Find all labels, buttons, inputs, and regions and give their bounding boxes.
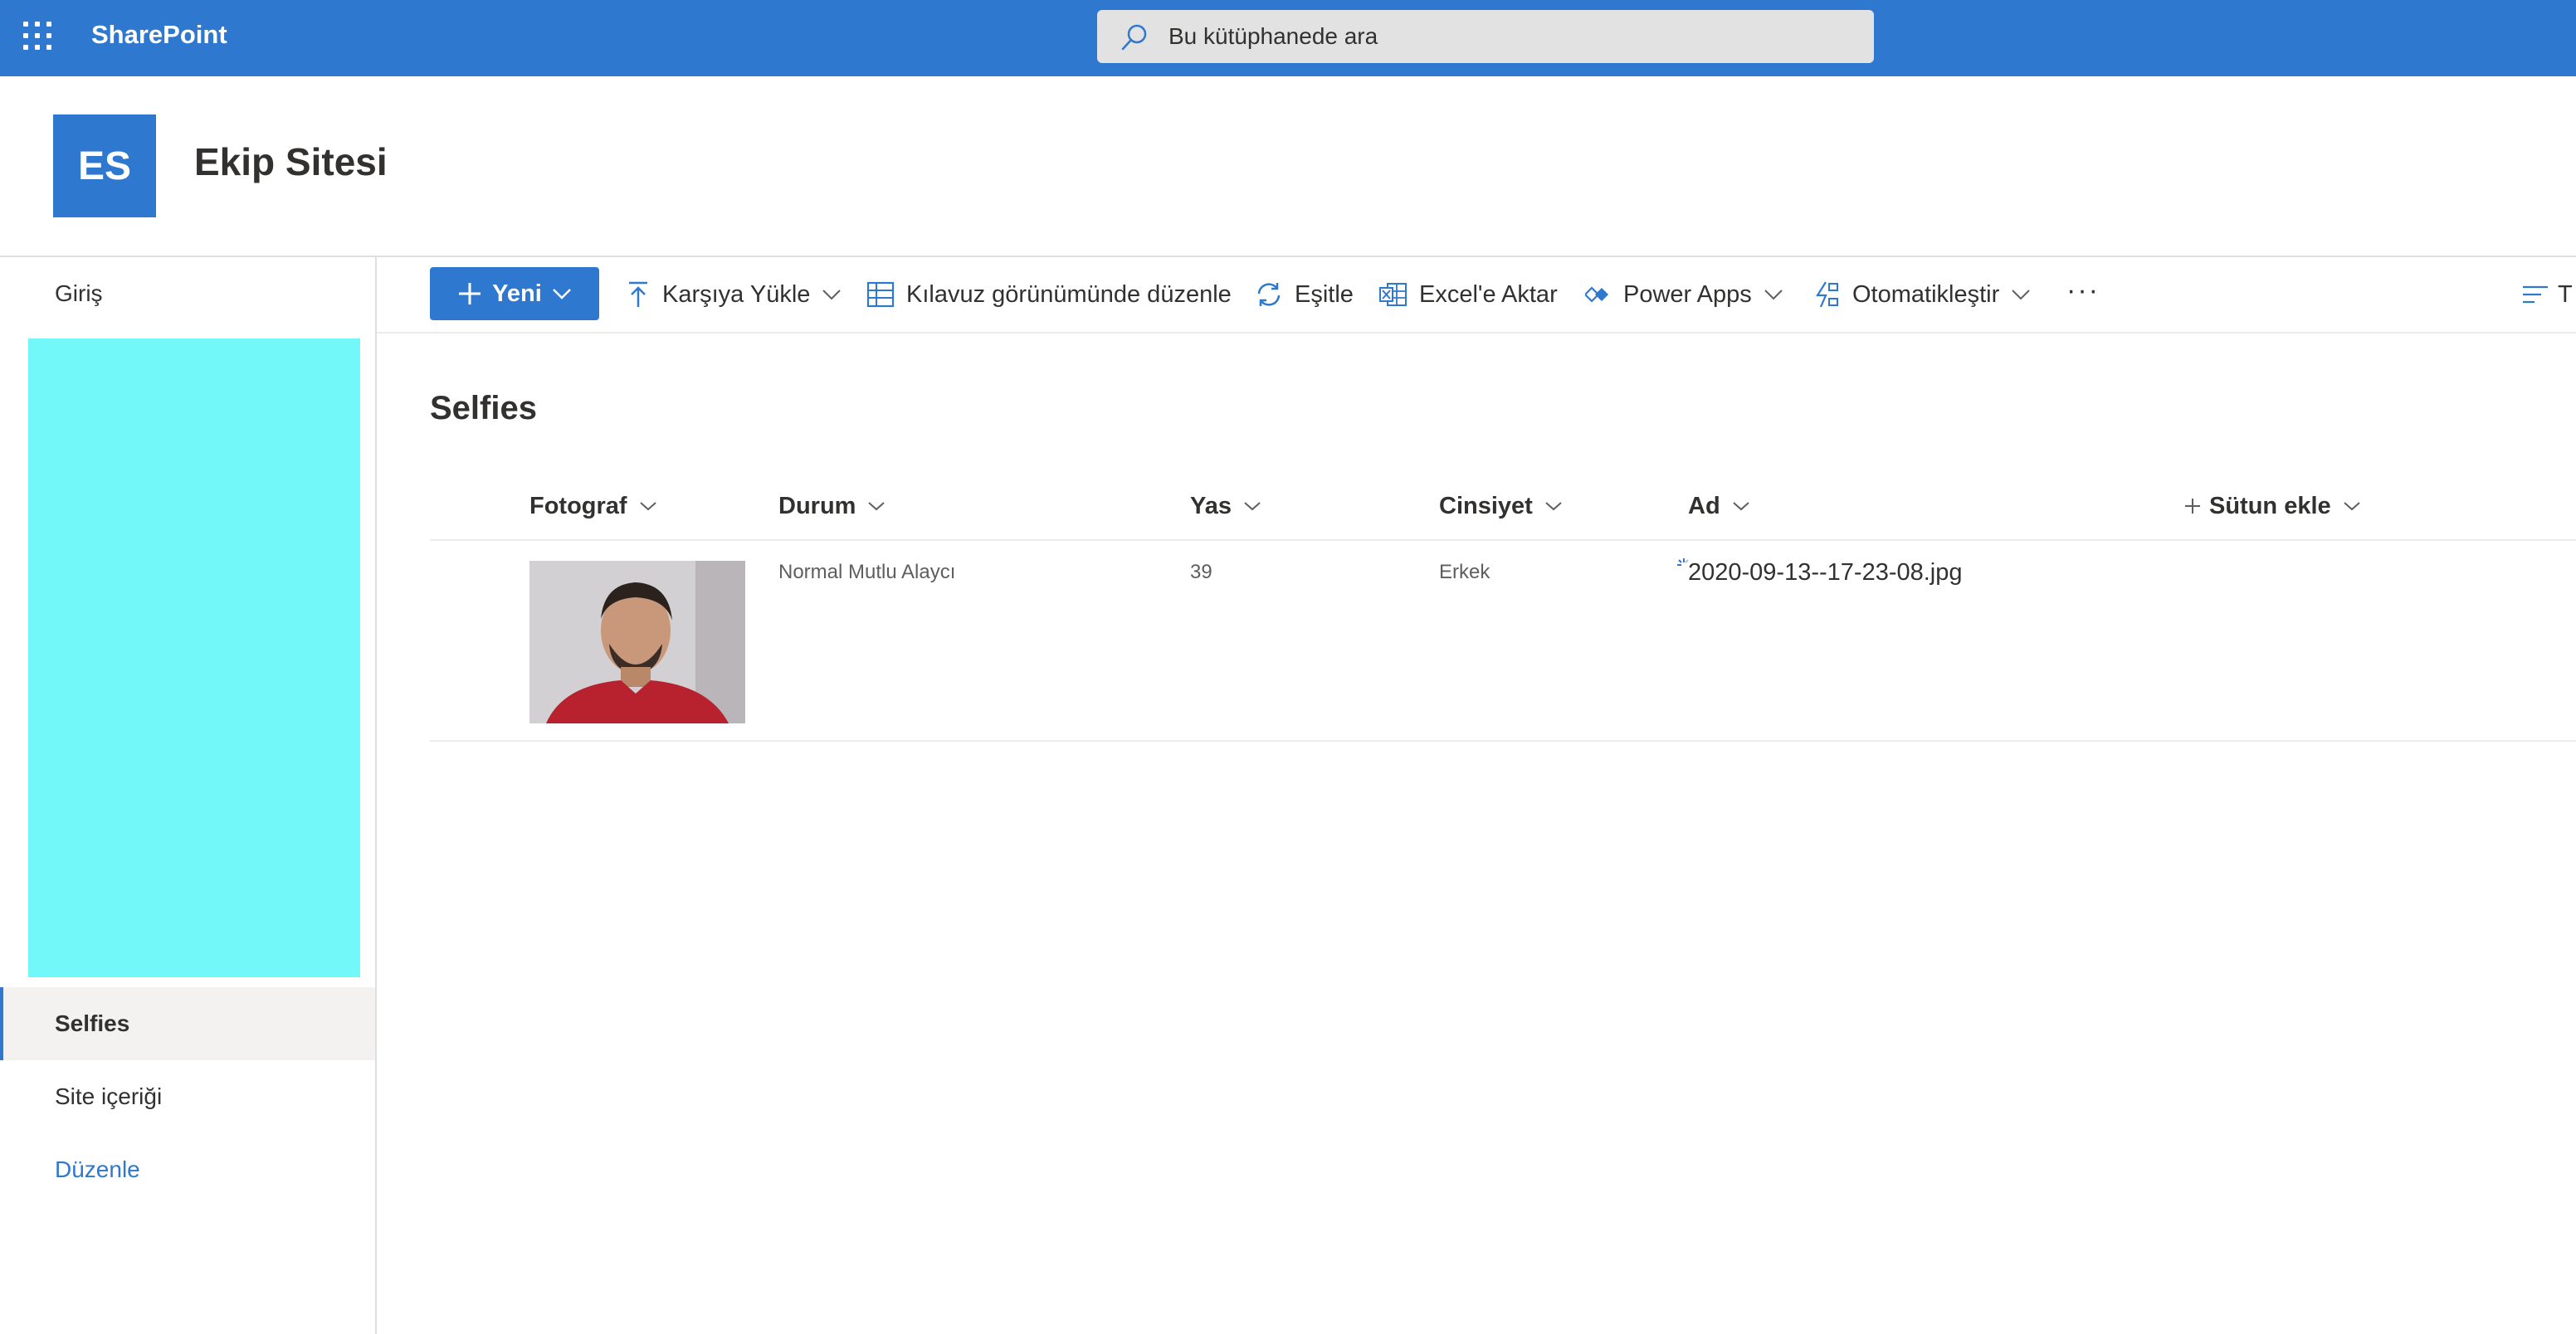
waffle-icon[interactable]: [23, 22, 51, 50]
excel-label: Excel'e Aktar: [1419, 280, 1558, 308]
sync-icon: [1257, 283, 1281, 306]
export-excel-button[interactable]: Excel'e Aktar: [1379, 257, 1558, 332]
column-header-label: Yas: [1190, 492, 1232, 519]
new-button-label: Yeni: [492, 280, 542, 307]
chevron-down-icon: [552, 289, 571, 299]
cell-durum: Normal Mutlu Alaycı: [778, 561, 956, 583]
app-name[interactable]: SharePoint: [91, 20, 227, 50]
column-header-yas[interactable]: Yas: [1190, 480, 1261, 533]
header-divider: [430, 539, 2576, 541]
search-box[interactable]: [1097, 10, 1874, 63]
row-divider: [430, 740, 2576, 742]
grid-icon: [866, 281, 895, 308]
column-header-cinsiyet[interactable]: Cinsiyet: [1439, 480, 1563, 533]
nav-edit-link[interactable]: Düzenle: [0, 1133, 375, 1206]
site-title[interactable]: Ekip Sitesi: [194, 139, 388, 184]
chevron-down-icon: [1733, 502, 1749, 511]
column-header-ad[interactable]: Ad: [1688, 480, 1750, 533]
nav-item-home[interactable]: Giriş: [0, 257, 375, 330]
view-options-button[interactable]: T: [2521, 257, 2573, 332]
cell-yas: 39: [1190, 561, 1212, 583]
view-options-icon: [2523, 285, 2548, 304]
nav-item-selfies[interactable]: Selfies: [0, 987, 375, 1060]
nav-item-site-contents[interactable]: Site içeriği: [0, 1060, 375, 1133]
column-header-fotograf[interactable]: Fotograf: [529, 480, 657, 533]
add-column-button[interactable]: Sütun ekle: [2184, 480, 2361, 533]
chevron-down-icon: [822, 290, 842, 300]
automate-icon: [1816, 281, 1838, 308]
sync-label: Eşitle: [1295, 280, 1354, 308]
chevron-down-icon: [2343, 502, 2360, 511]
site-logo[interactable]: ES: [53, 114, 156, 217]
suite-bar: SharePoint: [0, 0, 2576, 76]
chevron-down-icon: [1244, 502, 1261, 511]
column-header-label: Ad: [1688, 492, 1720, 519]
plus-icon: [2185, 499, 2200, 514]
cell-cinsiyet: Erkek: [1439, 561, 1490, 583]
site-header: ES Ekip Sitesi: [0, 76, 2576, 257]
power-apps-button[interactable]: Power Apps: [1585, 257, 1783, 332]
automate-label: Otomatikleştir: [1852, 280, 2000, 308]
command-bar: Yeni Karşıya Yükle Kılavuz görünümünde d…: [377, 257, 2576, 334]
column-header-label: Cinsiyet: [1439, 492, 1533, 519]
selfie-thumbnail[interactable]: [529, 561, 745, 723]
list-title: Selfies: [430, 390, 537, 426]
sync-button[interactable]: Eşitle: [1255, 257, 1354, 332]
chevron-down-icon: [2012, 290, 2030, 300]
power-apps-icon: [1585, 286, 1608, 303]
excel-icon: [1379, 283, 1407, 306]
cell-ad-filename[interactable]: 2020-09-13--17-23-08.jpg: [1688, 559, 1963, 587]
plus-icon: [459, 283, 481, 304]
search-icon: [1121, 24, 1147, 51]
add-column-label: Sütun ekle: [2209, 492, 2331, 519]
person-photo: [529, 561, 745, 723]
search-input[interactable]: [1168, 10, 1849, 63]
new-button[interactable]: Yeni: [430, 267, 599, 320]
chevron-down-icon: [1764, 290, 1783, 300]
automate-button[interactable]: Otomatikleştir: [1812, 257, 2031, 332]
upload-icon: [629, 281, 647, 307]
column-header-durum[interactable]: Durum: [778, 480, 886, 533]
column-header-label: Durum: [778, 492, 856, 519]
grid-edit-button[interactable]: Kılavuz görünümünde düzenle: [866, 257, 1232, 332]
more-options-button[interactable]: ···: [2066, 257, 2100, 332]
view-options-label: T: [2558, 280, 2573, 308]
chevron-down-icon: [639, 502, 656, 511]
column-header-label: Fotograf: [529, 492, 627, 519]
upload-button[interactable]: Karşıya Yükle: [626, 257, 842, 332]
power-apps-label: Power Apps: [1623, 280, 1752, 308]
chevron-down-icon: [868, 502, 886, 511]
highlight-box: [28, 338, 360, 977]
upload-label: Karşıya Yükle: [662, 280, 811, 308]
chevron-down-icon: [1545, 502, 1562, 511]
grid-edit-label: Kılavuz görünümünde düzenle: [906, 280, 1232, 308]
left-navigation: Giriş Selfies Site içeriği Düzenle: [0, 257, 377, 1334]
